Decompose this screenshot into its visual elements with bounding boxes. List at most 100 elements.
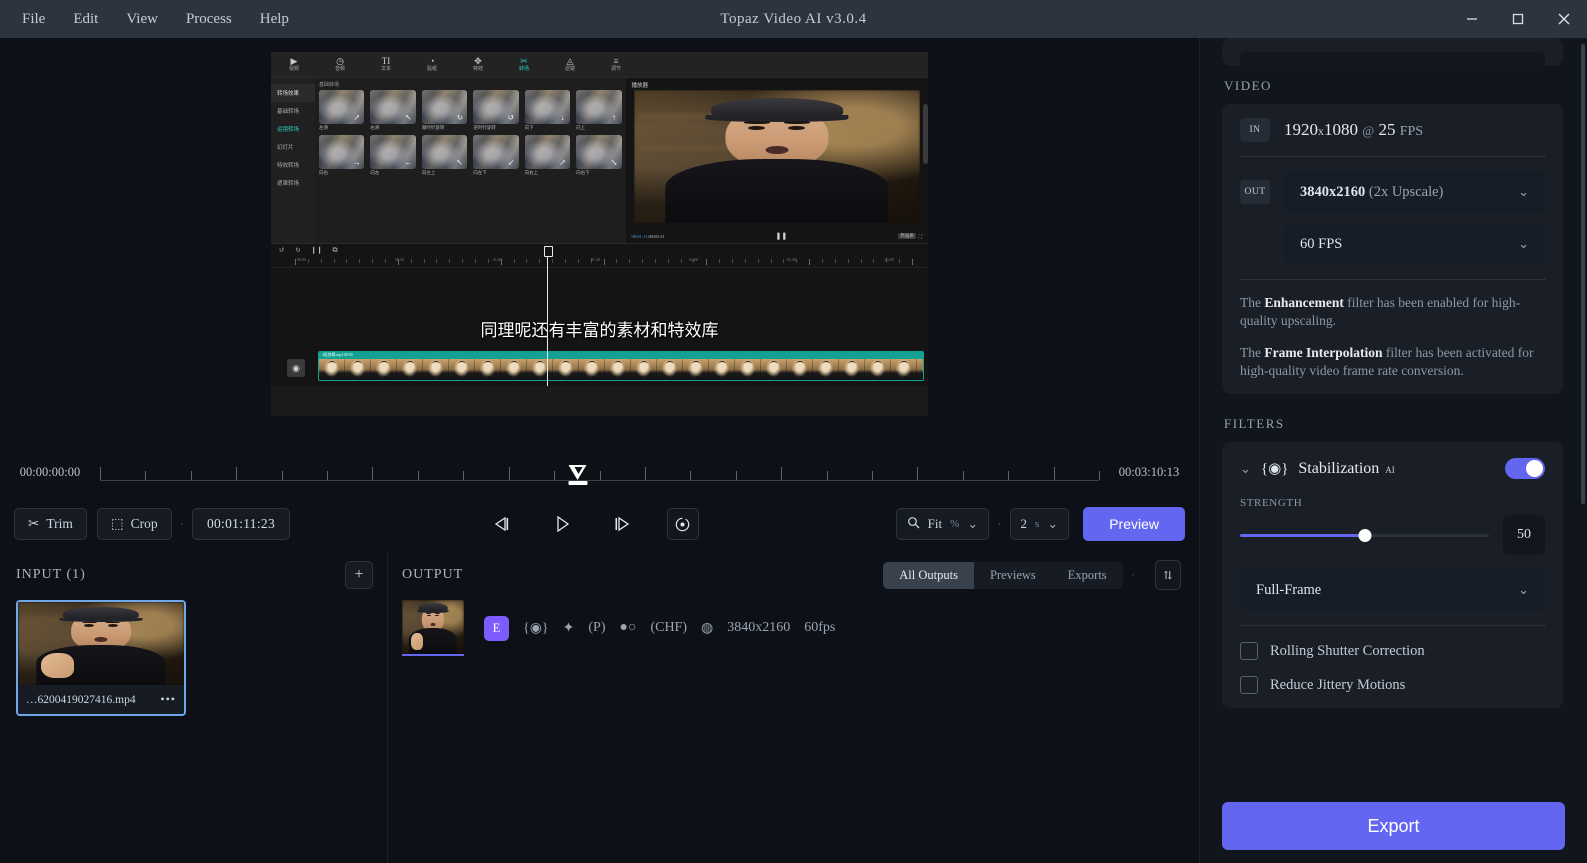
prev-frame-button[interactable] xyxy=(487,509,517,539)
nested-tick xyxy=(577,259,579,263)
rolling-shutter-label: Rolling Shutter Correction xyxy=(1270,642,1425,659)
timeline-tick xyxy=(281,471,283,480)
video-section-label: VIDEO xyxy=(1224,78,1272,93)
control-bar: ✂ Trim ⬚ Crop · 00:01:11:23 Fit % ⌄ · 2 … xyxy=(0,496,1199,552)
nested-tick xyxy=(552,259,554,263)
chevron-down-icon: ⌄ xyxy=(1518,582,1529,597)
nested-ruler-label: 00:30 xyxy=(394,257,405,262)
menu-help[interactable]: Help xyxy=(248,5,301,34)
stabilization-mode-dropdown[interactable]: Full-Frame ⌄ xyxy=(1240,569,1545,611)
minimize-icon[interactable] xyxy=(1449,0,1495,38)
fullscreen-icon[interactable]: ⛶ xyxy=(919,234,922,239)
zoom-select[interactable]: Fit % ⌄ xyxy=(895,508,990,540)
timeline-playhead[interactable] xyxy=(568,465,588,487)
sort-button[interactable]: ⇅ xyxy=(1155,560,1181,590)
nested-tick xyxy=(629,259,631,263)
export-button[interactable]: Export xyxy=(1222,802,1565,850)
rolling-shutter-checkbox[interactable] xyxy=(1240,642,1258,660)
close-icon[interactable] xyxy=(1541,0,1587,38)
maximize-icon[interactable] xyxy=(1495,0,1541,38)
menu-edit[interactable]: Edit xyxy=(61,5,110,34)
menu-process[interactable]: Process xyxy=(174,5,244,34)
nested-grid-cell: ↻ 顺时针旋转 xyxy=(421,90,468,131)
redo-icon[interactable]: ↻ xyxy=(295,246,301,254)
nested-grid-cell: → 向右 xyxy=(319,135,365,176)
nested-timeline-ruler[interactable]: 00:00 00:30 01:00 01:30 02:00 02:30 03:00 xyxy=(271,256,928,268)
filmstrip-frame xyxy=(917,359,923,380)
direction-arrow-icon: ↗ xyxy=(559,158,566,167)
nested-video-track[interactable]: 4段剪辑.mp4 00:00 xyxy=(318,351,924,381)
reduce-jitter-checkbox[interactable] xyxy=(1240,676,1258,694)
nested-tick xyxy=(654,259,656,263)
partial-field[interactable] xyxy=(1240,52,1545,66)
strength-slider[interactable] xyxy=(1240,527,1489,543)
frame-interpolation-note: The Frame Interpolation filter has been … xyxy=(1240,345,1534,378)
timeline-rail[interactable] xyxy=(100,457,1100,487)
interval-select[interactable]: 2 s ⌄ xyxy=(1009,508,1070,540)
frame-icon: ◍ xyxy=(701,620,714,636)
collapse-chevron-icon[interactable]: ⌄ xyxy=(1240,461,1251,477)
crop-button[interactable]: ⬚ Crop xyxy=(96,508,172,540)
preview-button[interactable]: Preview xyxy=(1083,507,1185,541)
output-resolution-dropdown[interactable]: 3840x2160 (2x Upscale) ⌄ xyxy=(1284,171,1545,213)
output-fps-dropdown[interactable]: 60 FPS ⌄ xyxy=(1284,223,1545,265)
output-thumbnail xyxy=(402,600,464,656)
input-thumbnail-card[interactable]: …6200419027416.mp4 ••• xyxy=(16,600,186,716)
filmstrip-frame xyxy=(709,359,735,380)
strength-label: STRENGTH xyxy=(1240,497,1303,509)
text-icon: TI xyxy=(381,55,391,66)
split-icon[interactable]: ❙❙ xyxy=(311,246,323,254)
right-panel-scrollbar[interactable] xyxy=(1581,44,1585,504)
track-toggle-button[interactable]: ◉ xyxy=(287,359,305,377)
add-input-button[interactable]: + xyxy=(345,561,373,589)
timeline-tick xyxy=(100,467,101,480)
play-button[interactable] xyxy=(547,509,577,539)
nested-ruler-label: 02:30 xyxy=(786,257,796,262)
chevron-down-icon: ⌄ xyxy=(1047,516,1059,531)
video-preview-frame[interactable]: ▶ 视频 ◷ 音频 TI 文本 ◔ 贴纸 ✥ 特效 ✂ 转场 ◬ 滤镜 ≡ 调节… xyxy=(271,52,928,416)
nested-ruler-label: 03:00 xyxy=(884,257,894,262)
nested-tick xyxy=(346,259,348,263)
direction-arrow-icon: ↺ xyxy=(507,113,515,122)
nested-tick xyxy=(834,259,836,263)
divider xyxy=(1240,156,1545,157)
trim-button[interactable]: ✂ Trim xyxy=(14,508,87,540)
filmstrip-frame xyxy=(813,359,839,380)
track-label: 4段剪辑.mp4 00:00 xyxy=(319,352,923,359)
nested-playhead[interactable] xyxy=(544,246,553,386)
right-controls: Fit % ⌄ · 2 s ⌄ Preview xyxy=(895,507,1185,541)
timeline-tick xyxy=(917,467,919,480)
timeline-strip: 00:00:00:00 00:03:10:13 xyxy=(0,448,1199,496)
direction-arrow-icon: ↙ xyxy=(507,158,515,167)
nested-tick xyxy=(744,259,746,263)
nested-tick xyxy=(436,259,438,263)
filters-section-label: FILTERS xyxy=(1224,416,1285,431)
filmstrip-frame xyxy=(735,359,761,380)
loop-button[interactable] xyxy=(666,508,699,540)
undo-icon[interactable]: ↺ xyxy=(279,246,285,254)
nested-scrollbar[interactable] xyxy=(923,104,928,164)
delete-icon[interactable]: ⧉ xyxy=(332,246,337,255)
stabilization-toggle[interactable] xyxy=(1505,458,1545,479)
tab-previews[interactable]: Previews xyxy=(974,562,1052,589)
menu-file[interactable]: File xyxy=(10,5,57,34)
input-more-icon[interactable]: ••• xyxy=(160,692,176,707)
tab-exports[interactable]: Exports xyxy=(1052,562,1123,589)
timeline-tick xyxy=(826,471,828,480)
motion-icon: ●○ xyxy=(619,620,637,635)
strength-value[interactable]: 50 xyxy=(1503,515,1545,555)
nested-tick xyxy=(295,259,296,265)
nested-timeline: ↺ ↻ ❙❙ ⧉ 00:00 00:30 01:00 01:30 02:00 02:30 0… xyxy=(271,243,928,386)
nested-tick xyxy=(564,259,566,263)
menu-view[interactable]: View xyxy=(114,5,170,34)
nested-grid-cell: ↓ 向下 xyxy=(524,90,571,131)
control-separator: · xyxy=(179,516,184,531)
timeline-tick xyxy=(236,467,238,480)
next-frame-button[interactable] xyxy=(607,509,637,539)
nested-pause-icon[interactable]: ❚❚ xyxy=(664,232,898,240)
nested-grid-cell: ← 向左 xyxy=(370,135,416,176)
transition-icon: ✂ xyxy=(520,55,528,66)
current-time-field[interactable]: 00:01:11:23 xyxy=(191,508,291,540)
tab-all-outputs[interactable]: All Outputs xyxy=(883,561,974,589)
nested-ruler-label: 02:00 xyxy=(688,257,698,262)
